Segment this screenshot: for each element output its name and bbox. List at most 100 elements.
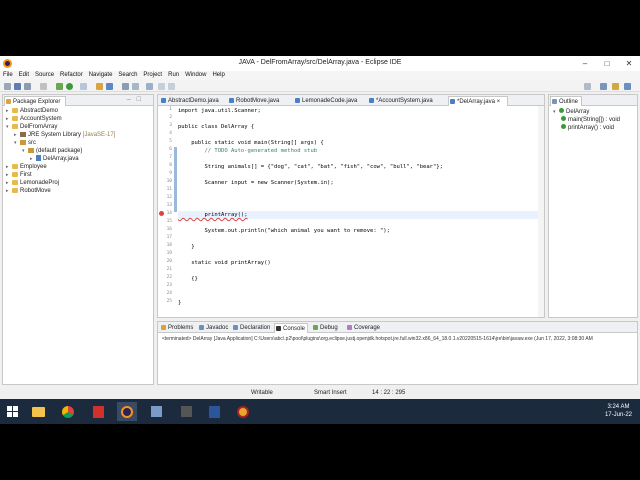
status-writable: Writable xyxy=(251,390,273,396)
run-icon[interactable] xyxy=(66,83,73,90)
minimize-view-icon[interactable]: ─ xyxy=(127,97,131,103)
tree-item-delfromarray[interactable]: ▾ DelFromArray xyxy=(6,123,57,131)
new-class-icon[interactable] xyxy=(106,83,113,90)
outline-item-printarray[interactable]: printArray() : void xyxy=(561,124,614,132)
tab-javadoc[interactable]: Javadoc xyxy=(198,323,230,333)
open-type-icon[interactable] xyxy=(122,83,129,90)
tree-item-abstractdemo[interactable]: ▸ AbstractDemo xyxy=(6,107,58,115)
pdf-icon xyxy=(92,405,104,418)
code-line-19[interactable]: {} xyxy=(178,276,198,282)
desktop-screen: JAVA - DelFromArray/src/DelArray.java - … xyxy=(0,56,640,424)
outline-item-main[interactable]: main(String[]) : void xyxy=(561,116,620,124)
maximize-view-icon[interactable]: □ xyxy=(137,96,141,103)
tree-item-delarray-java[interactable]: ▸ DelArray.java xyxy=(30,155,79,163)
tree-item-src[interactable]: ▾ src xyxy=(14,139,36,147)
tree-item-accountsystem[interactable]: ▸ AccountSystem xyxy=(6,115,62,123)
clock[interactable]: 3:24 AM 17-Jun-22 xyxy=(605,403,632,419)
debug-perspective-icon[interactable] xyxy=(624,83,631,90)
code-line-3[interactable]: public class DelArray { xyxy=(178,124,254,130)
menu-search[interactable]: Search xyxy=(118,71,137,80)
tab-delarray[interactable]: *DelArray.java × xyxy=(448,96,508,106)
app2-button[interactable] xyxy=(176,402,196,421)
tab-outline[interactable]: Outline xyxy=(550,96,582,106)
eclipse-taskbar-button[interactable] xyxy=(117,402,137,421)
java-file-icon xyxy=(36,155,41,161)
search-field-icon[interactable] xyxy=(584,83,591,90)
acrobat-button[interactable] xyxy=(88,402,108,421)
code-line-10[interactable]: Scanner input = new Scanner(System.in); xyxy=(178,180,333,186)
tab-accountsystem[interactable]: *AccountSystem.java xyxy=(368,96,444,106)
chrome-button[interactable] xyxy=(58,402,78,421)
forward-icon[interactable] xyxy=(168,83,175,90)
tab-declaration[interactable]: Declaration xyxy=(232,323,272,333)
recorder-button[interactable] xyxy=(233,402,253,421)
debug-icon[interactable] xyxy=(56,83,63,90)
word-button[interactable] xyxy=(204,402,224,421)
tree-item-employee[interactable]: ▸ Employee xyxy=(6,163,47,171)
coverage-icon[interactable] xyxy=(80,83,87,90)
menu-navigate[interactable]: Navigate xyxy=(89,71,113,80)
app-button[interactable] xyxy=(146,402,166,421)
close-tab-icon: × xyxy=(496,99,501,105)
code-line-8[interactable]: String animals[] = {"dog", "cat", "bat",… xyxy=(178,164,442,170)
tab-console[interactable]: Console xyxy=(274,323,308,333)
code-line-5[interactable]: public static void main(String[] args) { xyxy=(178,140,323,146)
back-icon[interactable] xyxy=(158,83,165,90)
open-perspective-icon[interactable] xyxy=(600,83,607,90)
taskbar: 3:24 AM 17-Jun-22 xyxy=(0,399,640,424)
file-explorer-button[interactable] xyxy=(28,402,48,421)
menu-bar: File Edit Source Refactor Navigate Searc… xyxy=(0,71,640,80)
tab-debug[interactable]: Debug xyxy=(312,323,342,333)
menu-project[interactable]: Project xyxy=(143,71,162,80)
clock-time: 3:24 AM xyxy=(607,404,630,410)
menu-help[interactable]: Help xyxy=(212,71,224,80)
eclipse-icon xyxy=(121,405,133,418)
project-icon xyxy=(12,188,18,193)
menu-window[interactable]: Window xyxy=(185,71,206,80)
status-bar: Writable Smart Insert 14 : 22 : 295 xyxy=(0,387,640,399)
tree-item-jre-library[interactable]: ▸ JRE System Library [JavaSE-17] xyxy=(14,131,115,139)
new-icon[interactable] xyxy=(4,83,11,90)
close-button[interactable]: ✕ xyxy=(618,56,640,71)
error-marker-icon[interactable] xyxy=(159,211,164,216)
next-annotation-icon[interactable] xyxy=(146,83,153,90)
maximize-button[interactable]: □ xyxy=(596,56,618,71)
project-icon xyxy=(12,108,18,113)
code-line-22[interactable]: } xyxy=(178,300,181,306)
save-icon[interactable] xyxy=(14,83,21,90)
tree-item-first[interactable]: ▸ First xyxy=(6,171,32,179)
code-line-14[interactable]: System.out.println("which animal you wan… xyxy=(178,228,389,234)
new-package-icon[interactable] xyxy=(96,83,103,90)
code-line-12[interactable]: printArray(); xyxy=(178,212,247,218)
code-line-1[interactable]: import java.util.Scanner; xyxy=(178,108,261,114)
status-insert-mode: Smart Insert xyxy=(314,390,347,396)
menu-edit[interactable]: Edit xyxy=(19,71,29,80)
tab-problems[interactable]: Problems xyxy=(160,323,194,333)
tab-package-explorer[interactable]: Package Explorer xyxy=(4,96,66,106)
tab-robotmove[interactable]: RobotMove.java xyxy=(228,96,288,106)
menu-file[interactable]: File xyxy=(3,71,13,80)
tree-item-default-package[interactable]: ▾ (default package) xyxy=(22,147,82,155)
save-all-icon[interactable] xyxy=(24,83,31,90)
outline-item-class[interactable]: ▾ DelArray xyxy=(553,108,589,116)
menu-run[interactable]: Run xyxy=(168,71,179,80)
menu-refactor[interactable]: Refactor xyxy=(60,71,83,80)
search-icon[interactable] xyxy=(132,83,139,90)
tree-item-lemonadeproj[interactable]: ▸ LemonadeProj xyxy=(6,179,59,187)
java-perspective-icon[interactable] xyxy=(612,83,619,90)
editor-scrollbar[interactable] xyxy=(538,106,544,317)
code-line-6[interactable]: // TODO Auto-generated method stub xyxy=(178,148,317,154)
code-line-16[interactable]: } xyxy=(178,244,194,250)
menu-source[interactable]: Source xyxy=(35,71,54,80)
chrome-icon xyxy=(62,405,74,418)
method-icon xyxy=(561,116,566,121)
code-line-18[interactable]: static void printArray() xyxy=(178,260,270,266)
tab-lemonadecode[interactable]: LemonadeCode.java xyxy=(294,96,362,106)
tree-item-robotmove[interactable]: ▸ RobotMove xyxy=(6,187,51,195)
tab-coverage[interactable]: Coverage xyxy=(346,323,384,333)
minimize-button[interactable]: – xyxy=(574,56,596,71)
print-icon[interactable] xyxy=(40,83,47,90)
start-button[interactable] xyxy=(2,402,22,421)
tab-abstractdemo[interactable]: AbstractDemo.java xyxy=(160,96,224,106)
class-icon xyxy=(559,108,564,113)
